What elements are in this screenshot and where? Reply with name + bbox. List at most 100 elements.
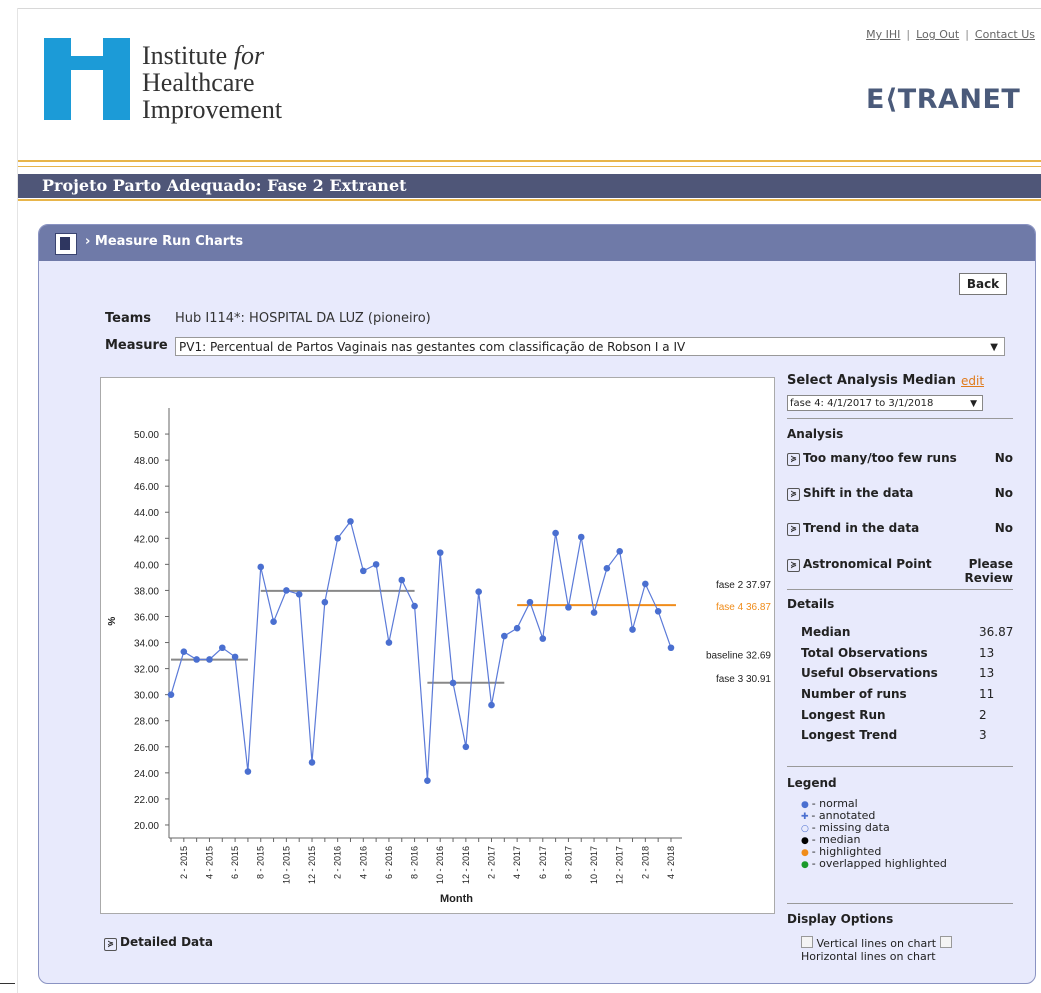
x-tick-label: 8 - 2017 — [563, 846, 573, 879]
data-point — [308, 759, 316, 766]
x-tick-label: 8 - 2016 — [410, 846, 420, 879]
vertical-lines-checkbox[interactable] — [801, 936, 813, 948]
ihi-logo-icon — [44, 38, 130, 120]
y-tick-label: 28.00 — [134, 717, 159, 728]
data-point — [167, 691, 175, 698]
display-options-title: Display Options — [787, 912, 894, 926]
data-point — [603, 564, 611, 572]
detailed-data-toggle[interactable]: ≽ Detailed Data — [104, 935, 213, 951]
median-label: fase 4 36.87 — [716, 602, 771, 613]
divider — [787, 589, 1013, 590]
edit-link[interactable]: edit — [961, 374, 984, 388]
teams-label: Teams — [105, 311, 152, 326]
data-point — [321, 598, 329, 606]
panel-title: › Measure Run Charts — [85, 234, 244, 249]
median-label: fase 2 37.97 — [716, 580, 771, 591]
data-point — [654, 607, 662, 615]
x-tick-label: 4 - 2016 — [358, 846, 368, 879]
divider — [18, 199, 1041, 201]
analysis-trend[interactable]: ≽ Trend in the data No — [787, 521, 1013, 536]
legend-symbol-icon: ○ — [801, 824, 812, 834]
y-tick-label: 34.00 — [134, 639, 159, 650]
expand-icon: ≽ — [787, 453, 800, 466]
display-options: Vertical lines on chart Horizontal lines… — [801, 936, 952, 963]
median-label: fase 3 30.91 — [716, 674, 771, 685]
data-point — [295, 591, 303, 598]
analysis-runs[interactable]: ≽ Too many/too few runs No — [787, 451, 1013, 466]
x-tick-label: 2 - 2016 — [333, 846, 343, 879]
legend-symbol-icon: ✚ — [801, 812, 812, 822]
median-select[interactable]: fase 4: 4/1/2017 to 3/1/2018 ▼ — [787, 395, 983, 411]
expand-icon: ≽ — [787, 559, 800, 572]
data-point — [334, 535, 341, 542]
legend-label: - overlapped highlighted — [811, 857, 947, 870]
data-point — [244, 768, 252, 775]
divider — [18, 160, 1041, 162]
series-line — [170, 520, 672, 781]
horizontal-lines-checkbox[interactable] — [939, 936, 952, 948]
logout-link[interactable]: Log Out — [916, 28, 959, 41]
data-point — [283, 587, 290, 594]
data-point — [475, 588, 482, 596]
run-chart: 20.00 22.00 24.00 26.00 28.00 30.00 32.00 34.00… — [100, 377, 775, 914]
data-point — [488, 701, 495, 709]
data-point — [411, 602, 418, 610]
y-tick-label: 22.00 — [134, 795, 159, 806]
data-point — [347, 518, 354, 525]
measure-run-charts-panel: › Measure Run Charts Back Teams Hub I114… — [38, 224, 1036, 984]
teams-value: Hub I114*: HOSPITAL DA LUZ (pioneiro) — [175, 311, 431, 326]
y-tick-label: 36.00 — [134, 612, 159, 623]
data-point — [590, 609, 598, 616]
x-tick-label: 4 - 2015 — [204, 846, 214, 879]
left-border — [17, 8, 18, 993]
top-links: My IHI | Log Out | Contact Us — [866, 28, 1035, 41]
data-point — [385, 639, 393, 646]
extranet-logo: E⟨TRANET — [866, 84, 1021, 115]
expand-icon: ≽ — [787, 488, 800, 501]
data-point — [577, 533, 585, 541]
x-tick-label: 12 - 2015 — [307, 846, 317, 884]
analysis-astronomical[interactable]: ≽ Astronomical Point Please Review — [787, 557, 1013, 585]
expand-icon: ≽ — [104, 938, 117, 951]
median-label: baseline 32.69 — [706, 651, 771, 662]
legend-symbol-icon: ● — [801, 848, 812, 858]
divider — [787, 418, 1013, 419]
x-tick-label: 10 - 2017 — [589, 846, 599, 884]
y-tick-label: 40.00 — [134, 560, 159, 571]
page-title: Projeto Parto Adequado: Fase 2 Extranet — [42, 176, 407, 195]
run-chart-svg: 20.00 22.00 24.00 26.00 28.00 30.00 32.00 34.00… — [107, 408, 771, 905]
legend-symbol-icon: ● — [801, 860, 812, 870]
y-tick-label: 42.00 — [134, 534, 159, 545]
x-tick-label: 6 - 2015 — [230, 846, 240, 879]
expand-icon: ≽ — [787, 523, 800, 536]
data-point — [539, 635, 547, 642]
x-tick-label: 2 - 2015 — [179, 846, 189, 879]
contact-us-link[interactable]: Contact Us — [975, 28, 1035, 41]
analysis-title: Analysis — [787, 427, 844, 441]
analysis-shift[interactable]: ≽ Shift in the data No — [787, 486, 1013, 501]
y-axis-label: % — [107, 617, 118, 626]
detail-total-observations: Total Observations 13 — [801, 646, 995, 660]
data-point — [180, 648, 188, 655]
y-tick-label: 24.00 — [134, 769, 159, 780]
measure-select[interactable]: PV1: Percentual de Partos Vaginais nas g… — [175, 337, 1005, 356]
data-point — [231, 653, 239, 661]
divider — [787, 766, 1013, 767]
data-point — [270, 618, 277, 625]
y-tick-label: 48.00 — [134, 456, 159, 467]
horizontal-lines-label: Horizontal lines on chart — [801, 950, 936, 963]
data-point — [462, 743, 470, 751]
measure-label: Measure — [105, 338, 168, 353]
x-tick-label: 4 - 2017 — [512, 846, 522, 879]
legend-title: Legend — [787, 776, 837, 790]
data-point — [552, 529, 559, 537]
detail-number-of-runs: Number of runs 11 — [801, 687, 995, 701]
ihi-logo[interactable]: Institute for Healthcare Improvement — [44, 38, 444, 128]
building-icon — [55, 233, 77, 255]
back-button[interactable]: Back — [959, 273, 1007, 295]
x-tick-label: 10 - 2016 — [435, 846, 445, 884]
divider — [18, 166, 1041, 167]
my-ihi-link[interactable]: My IHI — [866, 28, 900, 41]
vertical-lines-label: Vertical lines on chart — [816, 937, 937, 950]
y-tick-label: 26.00 — [134, 743, 159, 754]
